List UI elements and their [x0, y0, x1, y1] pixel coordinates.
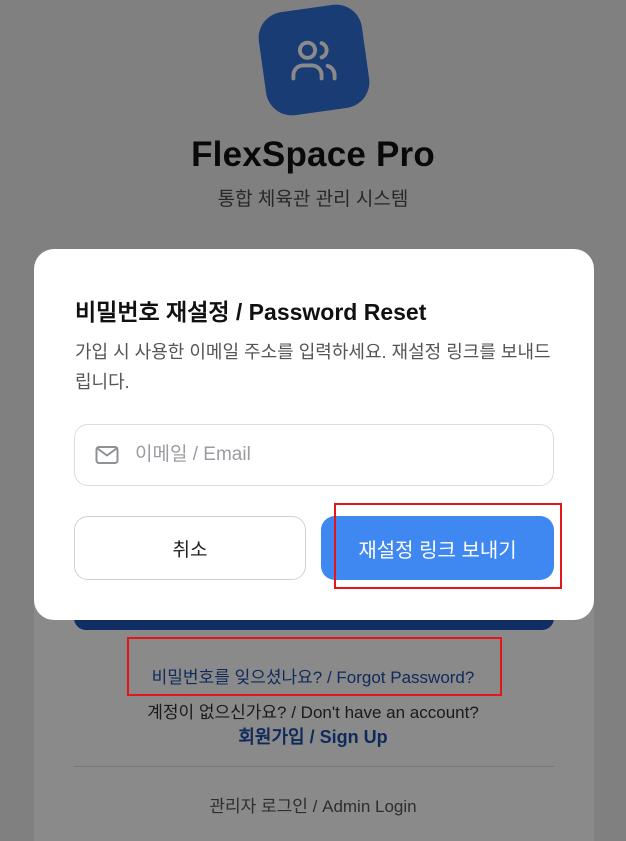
email-input[interactable]: [135, 435, 515, 475]
modal-title: 비밀번호 재설정 / Password Reset: [75, 299, 427, 325]
mail-icon: [95, 446, 119, 464]
send-reset-link-button[interactable]: 재설정 링크 보내기: [321, 516, 554, 580]
password-reset-modal: 비밀번호 재설정 / Password Reset 가입 시 사용한 이메일 주…: [34, 249, 594, 620]
email-field[interactable]: [74, 424, 554, 486]
cancel-button[interactable]: 취소: [74, 516, 306, 580]
modal-description: 가입 시 사용한 이메일 주소를 입력하세요. 재설정 링크를 보내드립니다.: [75, 342, 551, 392]
